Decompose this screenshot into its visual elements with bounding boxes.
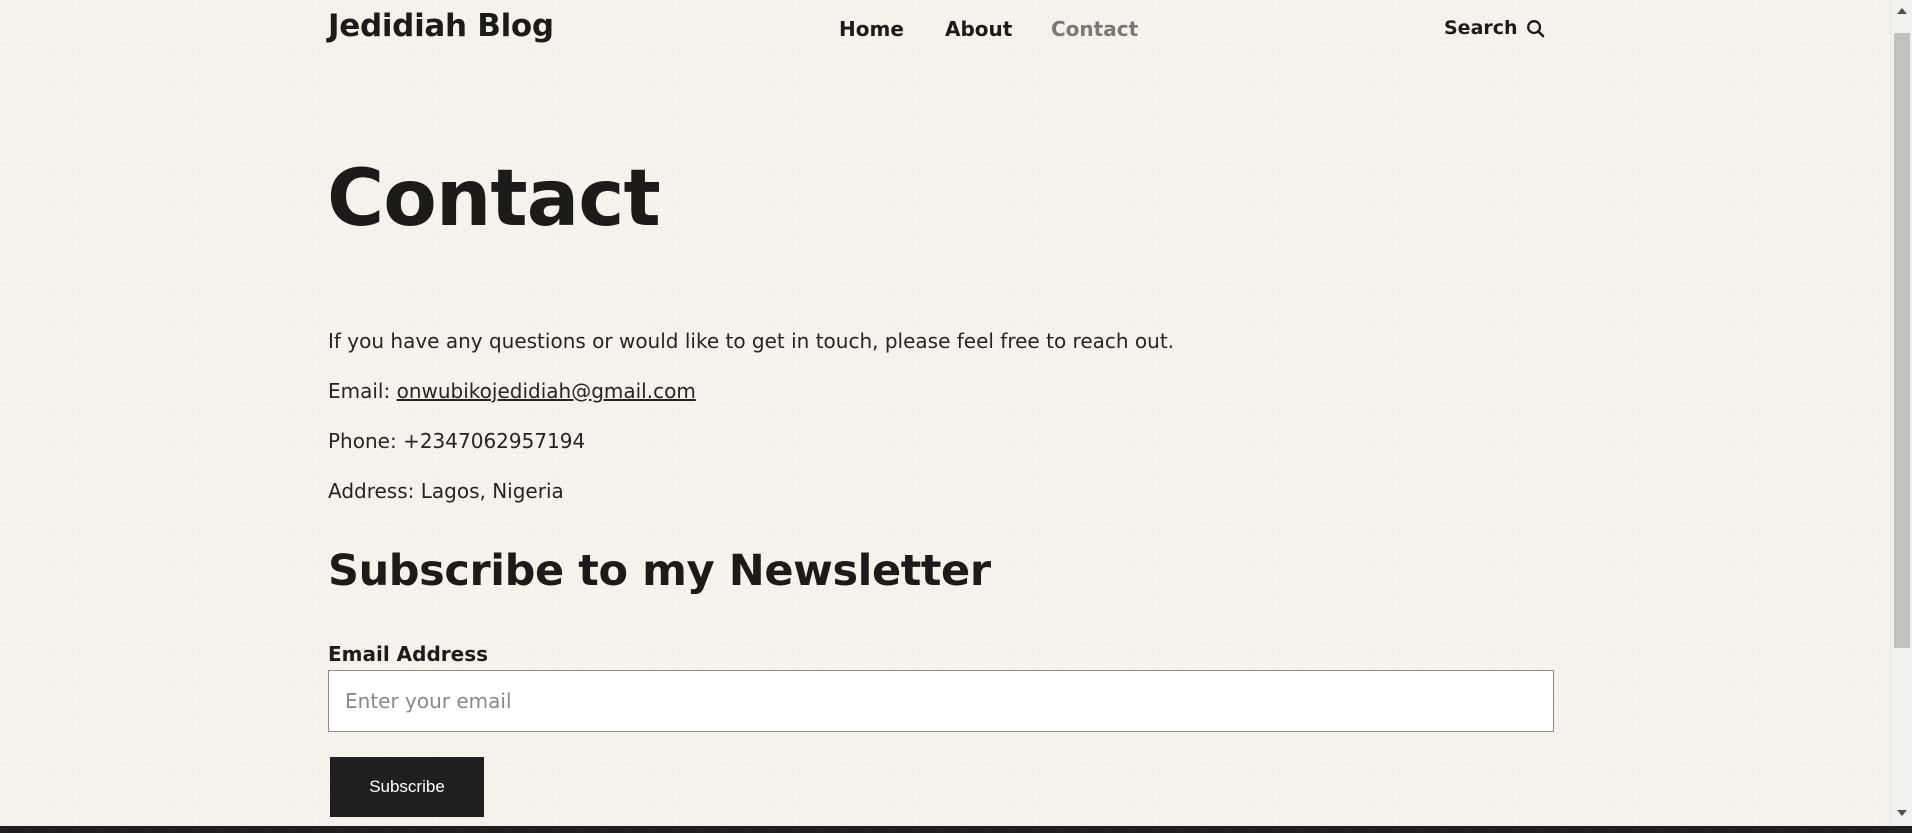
search-label: Search bbox=[1444, 17, 1518, 39]
scroll-up-arrow-icon[interactable] bbox=[1897, 8, 1907, 14]
subscribe-button[interactable]: Subscribe bbox=[330, 757, 484, 817]
email-link[interactable]: onwubikojedidiah@gmail.com bbox=[397, 379, 696, 403]
scroll-down-arrow-icon[interactable] bbox=[1897, 810, 1907, 816]
nav-about-link[interactable]: About bbox=[945, 17, 1012, 41]
nav-home-link[interactable]: Home bbox=[839, 17, 904, 41]
address-value: Lagos, Nigeria bbox=[420, 479, 564, 503]
contact-phone: Phone: +2347062957194 bbox=[328, 429, 585, 453]
email-label: Email: bbox=[328, 379, 391, 403]
window-bottom-edge bbox=[0, 826, 1912, 833]
contact-email: Email: onwubikojedidiah@gmail.com bbox=[328, 379, 696, 403]
page: Jedidiah Blog Home About Contact Search … bbox=[0, 0, 1890, 826]
contact-intro: If you have any questions or would like … bbox=[328, 329, 1175, 353]
email-address-label: Email Address bbox=[328, 642, 489, 666]
vertical-scrollbar[interactable] bbox=[1890, 0, 1912, 826]
contact-address: Address: Lagos, Nigeria bbox=[328, 479, 564, 503]
page-title: Contact bbox=[327, 154, 661, 244]
site-title[interactable]: Jedidiah Blog bbox=[328, 8, 554, 44]
address-label: Address: bbox=[328, 479, 415, 503]
nav-contact-link[interactable]: Contact bbox=[1051, 17, 1138, 41]
search-button[interactable]: Search bbox=[1444, 17, 1545, 39]
newsletter-heading: Subscribe to my Newsletter bbox=[328, 546, 991, 596]
newsletter-email-input[interactable] bbox=[328, 670, 1554, 732]
phone-label: Phone: bbox=[328, 429, 397, 453]
search-icon bbox=[1526, 19, 1545, 38]
scrollbar-thumb[interactable] bbox=[1894, 33, 1910, 648]
phone-value: +2347062957194 bbox=[403, 429, 586, 453]
